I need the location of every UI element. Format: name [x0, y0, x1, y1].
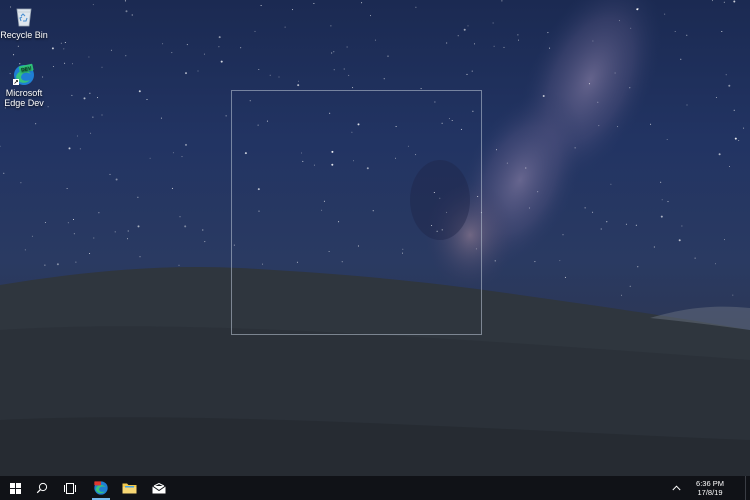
clock-time: 6:36 PM	[696, 479, 724, 488]
edge-dev-icon: DEV	[13, 63, 34, 85]
recycle-bin-label: Recycle Bin	[0, 30, 48, 40]
show-hidden-icons-button[interactable]	[665, 476, 687, 500]
edge-dev-taskbar-button[interactable]	[87, 476, 115, 500]
mail-button[interactable]	[145, 476, 173, 500]
show-desktop-button[interactable]	[745, 476, 750, 500]
file-explorer-button[interactable]	[115, 476, 143, 500]
desktop[interactable]: Recycle Bin DEV Microsoft Edge Dev	[0, 0, 750, 476]
chevron-up-icon	[671, 485, 681, 491]
recycle-bin-desktop-icon[interactable]: Recycle Bin	[0, 4, 48, 40]
search-icon	[36, 482, 48, 494]
taskbar: 6:36 PM 17/8/19	[0, 476, 750, 500]
task-view-button[interactable]	[56, 476, 84, 500]
edge-dev-icon	[94, 481, 108, 495]
system-tray: 6:36 PM 17/8/19	[665, 476, 750, 500]
selection-rectangle	[231, 90, 482, 335]
windows-logo-icon	[9, 482, 21, 494]
search-button[interactable]	[28, 476, 56, 500]
edge-dev-desktop-icon[interactable]: DEV Microsoft Edge Dev	[0, 62, 48, 108]
recycle-bin-icon	[16, 8, 32, 27]
edge-dev-label: Microsoft Edge Dev	[4, 88, 44, 108]
clock-date: 17/8/19	[697, 488, 723, 497]
mail-icon	[152, 482, 166, 493]
task-view-icon	[64, 482, 76, 494]
clock[interactable]: 6:36 PM 17/8/19	[687, 479, 733, 497]
start-button[interactable]	[1, 476, 29, 500]
folder-icon	[122, 483, 136, 494]
